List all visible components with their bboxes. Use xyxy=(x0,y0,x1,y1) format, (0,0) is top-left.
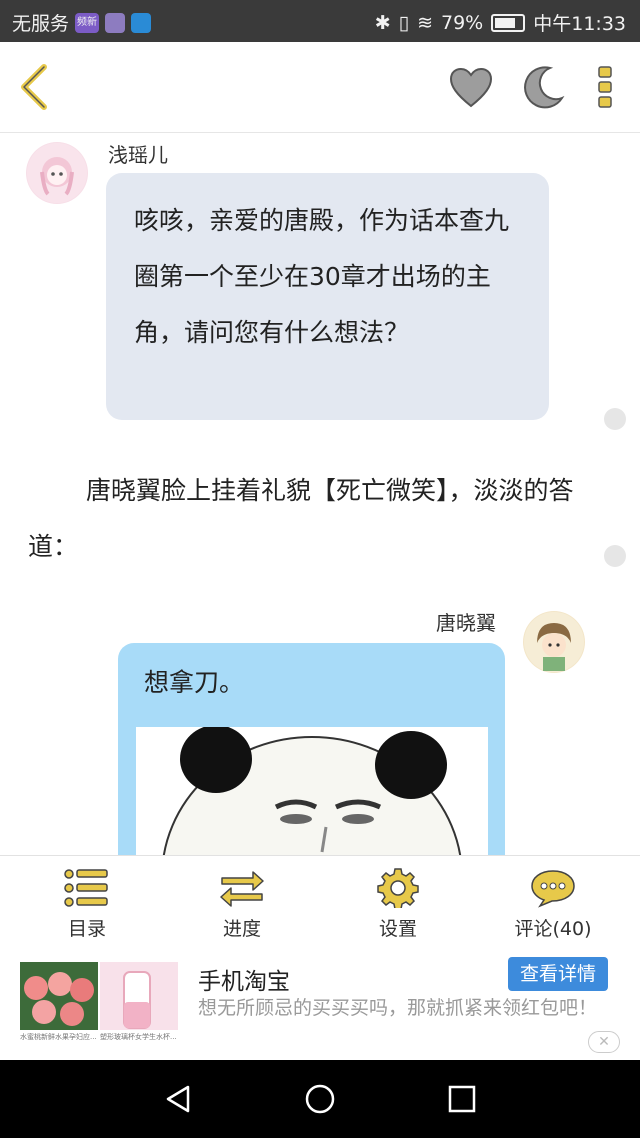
reader-bottom-toolbar: 目录 进度 设置 评论(40) xyxy=(0,855,640,946)
message-text: 咳咳，亲爱的唐殿，作为话本查九圈第一个至少在30章才出场的主角，请问您有什么想法… xyxy=(134,206,510,347)
narration-text: 唐晓翼脸上挂着礼貌【死亡微笑】，淡淡的答道： xyxy=(28,476,574,561)
more-vertical-icon[interactable] xyxy=(596,64,614,110)
news-app-icon: 频新 xyxy=(75,12,100,33)
circle-app-icon xyxy=(131,12,152,33)
avatar-tangxiaoyi[interactable] xyxy=(523,611,585,673)
view-details-button[interactable]: 查看详情 xyxy=(508,957,608,991)
ad-image-peaches[interactable]: 水蜜桃新鲜水果孕妇应... xyxy=(20,962,98,1042)
chat-content[interactable]: 浅瑶儿 咳咳，亲爱的唐殿，作为话本查九圈第一个至少在30章才出场的主角，请问您有… xyxy=(0,133,640,855)
panda-face-icon xyxy=(136,727,488,855)
list-icon xyxy=(64,869,108,907)
ad-title[interactable]: 手机淘宝 xyxy=(198,962,290,996)
reader-top-bar xyxy=(0,42,640,133)
nav-home-icon[interactable] xyxy=(304,1083,336,1115)
carrier-label: 无服务 xyxy=(12,13,70,35)
message-text: 想拿刀。 xyxy=(144,668,245,697)
wifi-icon: ≋ xyxy=(417,11,433,34)
battery-percent: 79% xyxy=(441,11,484,34)
peach-image-icon xyxy=(20,962,98,1042)
ad-image-cup[interactable]: 塑形玻璃杯女学生水杯... xyxy=(100,962,178,1042)
avatar-qianyaoer[interactable] xyxy=(26,142,88,204)
system-nav-bar xyxy=(0,1060,640,1138)
panda-meme-image[interactable] xyxy=(136,727,488,855)
ad-description: 想无所顾忌的买买买吗，那就抓紧来领红包吧！ xyxy=(198,997,598,1019)
catalog-button[interactable]: 目录 xyxy=(27,868,147,941)
ad-image-caption: 水蜜桃新鲜水果孕妇应... xyxy=(20,1033,97,1041)
ad-close-icon[interactable]: ✕ xyxy=(588,1031,620,1053)
shield-app-icon xyxy=(105,12,126,33)
anime-boy-avatar-icon xyxy=(524,612,584,672)
vibrate-icon: ▯ xyxy=(398,11,410,34)
swap-arrows-icon xyxy=(220,871,264,907)
moon-icon[interactable] xyxy=(520,64,566,110)
status-bar: 无服务 频新 ✱ ▯ ≋ 79% 中午11:33 xyxy=(0,0,640,42)
cup-image-icon xyxy=(100,962,178,1042)
catalog-label: 目录 xyxy=(67,918,106,940)
speech-bubble-icon xyxy=(531,870,575,908)
comments-button[interactable]: 评论(40) xyxy=(493,868,613,941)
nav-back-icon[interactable] xyxy=(164,1084,192,1114)
ad-banner[interactable]: 水蜜桃新鲜水果孕妇应... 塑形玻璃杯女学生水杯... 手机淘宝 查看详情 想无… xyxy=(0,945,640,1060)
settings-label: 设置 xyxy=(378,918,417,940)
progress-button[interactable]: 进度 xyxy=(182,868,302,941)
speaker-name: 唐晓翼 xyxy=(436,611,496,635)
paragraph-comment-dot[interactable] xyxy=(604,408,626,430)
back-icon[interactable] xyxy=(16,62,56,112)
gear-icon xyxy=(377,868,419,908)
nav-recents-icon[interactable] xyxy=(448,1085,476,1113)
clock: 中午11:33 xyxy=(533,13,626,35)
speaker-name: 浅瑶儿 xyxy=(108,143,168,167)
bluetooth-icon: ✱ xyxy=(374,11,391,34)
comments-label: 评论(40) xyxy=(514,918,592,940)
message-bubble: 咳咳，亲爱的唐殿，作为话本查九圈第一个至少在30章才出场的主角，请问您有什么想法… xyxy=(106,173,549,420)
ad-image-caption: 塑形玻璃杯女学生水杯... xyxy=(100,1033,177,1041)
heart-icon[interactable] xyxy=(448,66,494,110)
anime-girl-avatar-icon xyxy=(27,143,87,203)
message-bubble: 想拿刀。 xyxy=(118,643,505,855)
paragraph-comment-dot[interactable] xyxy=(604,545,626,567)
battery-icon xyxy=(491,13,526,32)
settings-button[interactable]: 设置 xyxy=(338,868,458,941)
progress-label: 进度 xyxy=(222,918,261,940)
